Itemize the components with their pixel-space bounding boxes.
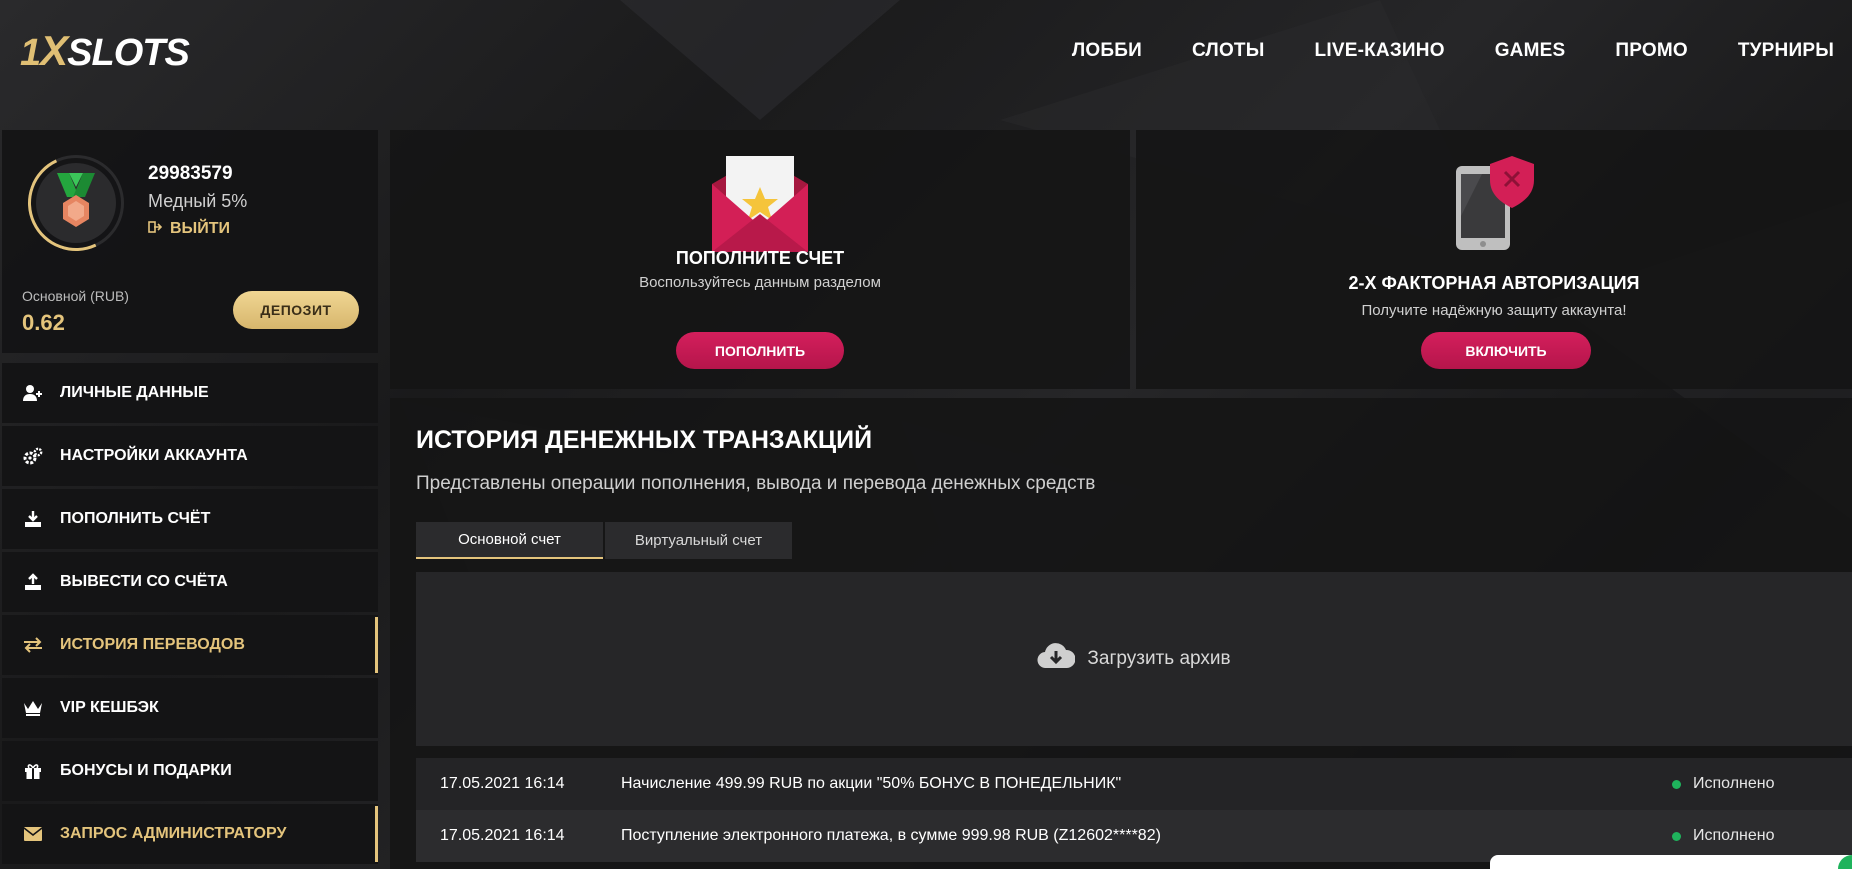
tab-main-account[interactable]: Основной счет	[416, 522, 603, 559]
row-description: Поступление электронного платежа, в сумм…	[621, 827, 1161, 844]
deposit-promo-card: ПОПОЛНИТЕ СЧЕТ Воспользуйтесь данным раз…	[390, 130, 1130, 389]
user-level: Медный 5%	[148, 191, 248, 211]
user-plus-icon	[22, 382, 44, 404]
profile-card: 29983579 Медный 5% ВЫЙТИ Основной (RUB) …	[2, 130, 378, 353]
top-up-button[interactable]: ПОПОЛНИТЬ	[676, 332, 844, 369]
cloud-download-icon	[1037, 642, 1076, 676]
menu-label: ЛИЧНЫЕ ДАННЫЕ	[60, 384, 209, 401]
twofa-card-subtitle: Получите надёжную защиту аккаунта!	[1361, 302, 1627, 319]
nav-tournaments[interactable]: ТУРНИРЫ	[1738, 40, 1834, 62]
load-archive-label: Загрузить архив	[1087, 648, 1231, 669]
top-header: 1 X SLOTS ЛОББИ СЛОТЫ LIVE-КАЗИНО GAMES …	[0, 0, 1852, 118]
account-sidebar: 29983579 Медный 5% ВЫЙТИ Основной (RUB) …	[2, 130, 378, 867]
nav-live-casino[interactable]: LIVE-КАЗИНО	[1315, 40, 1445, 62]
logout-icon	[148, 220, 163, 238]
menu-personal-data[interactable]: ЛИЧНЫЕ ДАННЫЕ	[2, 363, 378, 423]
menu-admin-request[interactable]: ЗАПРОС АДМИНИСТРАТОРУ	[2, 804, 378, 864]
table-row[interactable]: 17.05.2021 16:14 Начисление 499.99 RUB п…	[416, 758, 1852, 810]
row-status: Исполнено	[1672, 775, 1852, 793]
account-tabs: Основной счет Виртуальный счет	[416, 522, 792, 559]
status-dot-icon	[1672, 779, 1681, 789]
logout-link[interactable]: ВЫЙТИ	[148, 220, 230, 238]
menu-account-settings[interactable]: НАСТРОЙКИ АККАУНТА	[2, 426, 378, 486]
brand-logo[interactable]: 1 X SLOTS	[20, 27, 190, 75]
menu-vip-cashback[interactable]: VIP КЕШБЭК	[2, 678, 378, 738]
menu-deposit[interactable]: ПОПОЛНИТЬ СЧЁТ	[2, 489, 378, 549]
menu-label: ВЫВЕСТИ СО СЧЁТА	[60, 573, 228, 590]
deposit-card-title: ПОПОЛНИТЕ СЧЕТ	[675, 248, 845, 268]
transfer-icon	[22, 634, 44, 656]
menu-transfer-history[interactable]: ИСТОРИЯ ПЕРЕВОДОВ	[2, 615, 378, 675]
status-label: Исполнено	[1693, 827, 1775, 844]
balance-label: Основной (RUB)	[22, 288, 129, 304]
twofa-card-title: 2-Х ФАКТОРНАЯ АВТОРИЗАЦИЯ	[1348, 273, 1640, 293]
logo-one: 1	[20, 32, 41, 74]
gift-icon	[22, 760, 44, 782]
upload-icon	[22, 571, 44, 593]
row-description: Начисление 499.99 RUB по акции "50% БОНУ…	[621, 775, 1122, 792]
transaction-list: 17.05.2021 16:14 Начисление 499.99 RUB п…	[416, 758, 1852, 862]
avatar[interactable]	[14, 141, 138, 265]
history-title: ИСТОРИЯ ДЕНЕЖНЫХ ТРАНЗАКЦИЙ	[416, 426, 873, 454]
row-date: 17.05.2021 16:14	[440, 827, 565, 844]
row-status: Исполнено	[1672, 827, 1852, 845]
status-dot-icon	[1672, 831, 1681, 841]
two-factor-card: 2-Х ФАКТОРНАЯ АВТОРИЗАЦИЯ Получите надёж…	[1136, 130, 1852, 389]
medal-icon	[36, 163, 116, 243]
menu-label: ЗАПРОС АДМИНИСТРАТОРУ	[60, 825, 287, 842]
download-icon	[22, 508, 44, 530]
menu-withdraw[interactable]: ВЫВЕСТИ СО СЧЁТА	[2, 552, 378, 612]
gears-icon	[22, 445, 44, 467]
user-id: 29983579	[148, 163, 233, 184]
tab-virtual-account[interactable]: Виртуальный счет	[605, 522, 792, 559]
row-date: 17.05.2021 16:14	[440, 775, 565, 792]
load-archive-button[interactable]: Загрузить архив	[416, 572, 1852, 746]
crown-icon	[22, 697, 44, 719]
phone-shield-icon	[1452, 156, 1536, 257]
deposit-button[interactable]: ДЕПОЗИТ	[233, 291, 359, 329]
menu-label: НАСТРОЙКИ АККАУНТА	[60, 447, 248, 464]
menu-bonuses[interactable]: БОНУСЫ И ПОДАРКИ	[2, 741, 378, 801]
main-nav: ЛОББИ СЛОТЫ LIVE-КАЗИНО GAMES ПРОМО ТУРН…	[1072, 40, 1834, 62]
support-chat-widget[interactable]	[1490, 855, 1852, 869]
menu-label: БОНУСЫ И ПОДАРКИ	[60, 762, 232, 779]
menu-label: ПОПОЛНИТЬ СЧЁТ	[60, 510, 211, 527]
nav-promo[interactable]: ПРОМО	[1615, 40, 1687, 62]
menu-label: VIP КЕШБЭК	[60, 699, 159, 716]
deposit-card-subtitle: Воспользуйтесь данным разделом	[639, 274, 881, 291]
logo-x: X	[40, 27, 68, 74]
status-label: Исполнено	[1693, 775, 1775, 792]
nav-games[interactable]: GAMES	[1495, 40, 1566, 62]
menu-label: ИСТОРИЯ ПЕРЕВОДОВ	[60, 636, 245, 653]
transaction-history: ИСТОРИЯ ДЕНЕЖНЫХ ТРАНЗАКЦИЙ Представлены…	[390, 398, 1852, 869]
envelope-icon	[22, 823, 44, 845]
logo-slots: SLOTS	[67, 32, 190, 74]
nav-lobby[interactable]: ЛОББИ	[1072, 40, 1142, 62]
history-subtitle: Представлены операции пополнения, вывода…	[416, 473, 1096, 494]
envelope-star-icon	[712, 156, 808, 257]
enable-2fa-button[interactable]: ВКЛЮЧИТЬ	[1421, 332, 1591, 369]
nav-slots[interactable]: СЛОТЫ	[1192, 40, 1265, 62]
logout-label: ВЫЙТИ	[170, 220, 230, 237]
balance-value: 0.62	[22, 310, 65, 335]
